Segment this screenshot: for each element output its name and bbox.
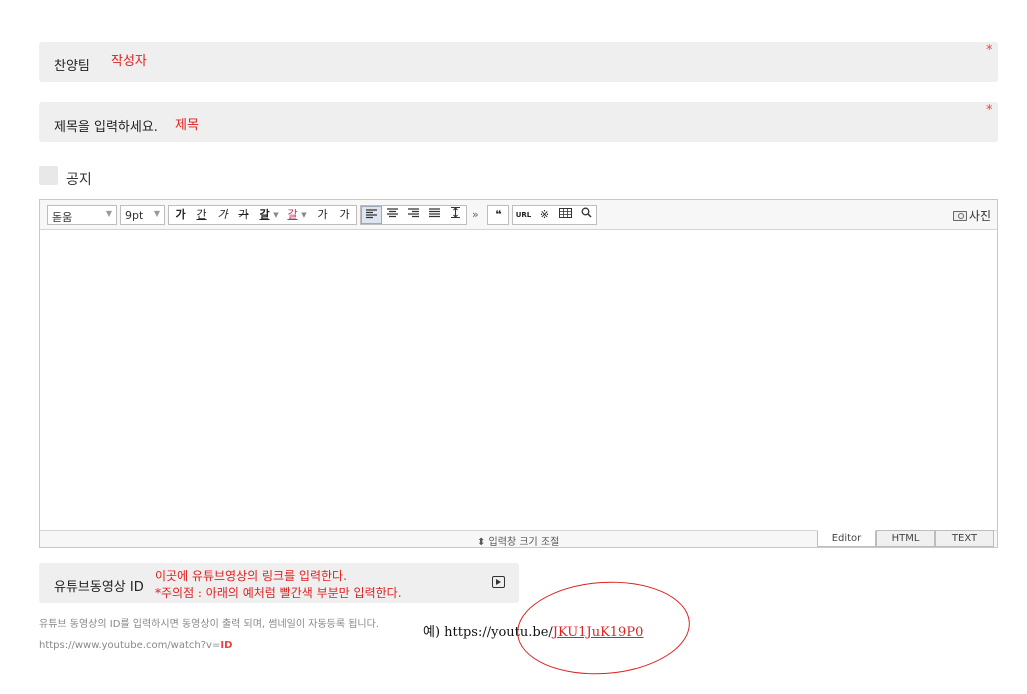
editor-toolbar: 돋움 ▼ 9pt ▼ 가 간 가 가 갈 ▼ 갈 ▼ 가 가 » ❝ URL ※… xyxy=(40,200,997,230)
youtube-id-label: 유튜브동영상 ID xyxy=(54,580,144,595)
align-left-icon[interactable] xyxy=(361,206,382,224)
quote-button[interactable]: ❝ xyxy=(488,206,509,224)
title-annotation: 제목 xyxy=(175,118,199,133)
align-center-icon[interactable] xyxy=(382,206,403,224)
annotation-circle xyxy=(514,576,693,680)
italic-button[interactable]: 가 xyxy=(212,206,233,224)
line-height-icon[interactable] xyxy=(445,206,466,224)
youtube-note-line2: *주의점 : 아래의 예처럼 빨간색 부분만 입력한다. xyxy=(155,586,402,600)
photo-button[interactable]: 사진 xyxy=(952,207,991,224)
more-tools-chevron[interactable]: » xyxy=(472,208,479,221)
editor-resize-bar[interactable]: ⬍ 입력창 크기 조절 Editor HTML TEXT xyxy=(40,530,997,548)
underline-button[interactable]: 간 xyxy=(191,206,212,224)
superscript-button[interactable]: 가 xyxy=(312,206,333,224)
special-char-button[interactable]: ※ xyxy=(534,206,555,224)
chevron-down-icon: ▼ xyxy=(153,209,160,218)
camera-icon xyxy=(952,211,967,221)
youtube-help-text: 유튜브 동영상의 ID를 입력하시면 동영상이 출력 되며, 썸네일이 자동등록… xyxy=(39,619,380,630)
tab-editor[interactable]: Editor xyxy=(817,530,876,547)
bold-button[interactable]: 가 xyxy=(170,206,191,224)
insert-group: URL ※ xyxy=(512,205,597,225)
author-value: 찬양팀 xyxy=(54,59,90,74)
title-placeholder: 제목을 입력하세요. xyxy=(54,120,158,135)
quote-group: ❝ xyxy=(487,205,509,225)
youtube-id-input[interactable]: 유튜브동영상 ID 이곳에 유튜브영상의 링크를 입력한다. *주의점 : 아래… xyxy=(39,563,519,603)
chevron-down-icon[interactable]: ▼ xyxy=(300,206,308,224)
font-family-select[interactable]: 돋움 ▼ xyxy=(47,205,117,225)
title-input[interactable]: 제목을 입력하세요. 제목 xyxy=(39,102,998,142)
resize-label: ⬍ 입력창 크기 조절 xyxy=(477,537,560,548)
notice-label: 공지 xyxy=(66,172,92,188)
tab-html[interactable]: HTML xyxy=(876,530,935,547)
editor-content-area[interactable] xyxy=(40,230,997,530)
font-size-select[interactable]: 9pt ▼ xyxy=(120,205,165,225)
author-required-mark: * xyxy=(986,43,993,58)
text-format-group: 가 간 가 가 갈 ▼ 갈 ▼ 가 가 xyxy=(168,205,357,225)
youtube-note-line1: 이곳에 유튜브영상의 링크를 입력한다. xyxy=(155,569,347,583)
notice-checkbox[interactable] xyxy=(39,166,58,185)
tab-text[interactable]: TEXT xyxy=(935,530,994,547)
photo-label: 사진 xyxy=(968,209,991,223)
youtube-url-id: ID xyxy=(220,640,233,651)
youtube-url-prefix: https://www.youtube.com/watch?v= xyxy=(39,640,221,651)
chevron-down-icon[interactable]: ▼ xyxy=(272,206,280,224)
font-family-value: 돋움 xyxy=(52,211,73,224)
author-field[interactable]: 찬양팀 작성자 xyxy=(39,42,998,82)
rich-text-editor: 돋움 ▼ 9pt ▼ 가 간 가 가 갈 ▼ 갈 ▼ 가 가 » ❝ URL ※… xyxy=(39,199,998,548)
author-annotation: 작성자 xyxy=(111,54,147,69)
search-icon[interactable] xyxy=(576,206,597,224)
play-icon[interactable] xyxy=(492,576,505,588)
font-size-value: 9pt xyxy=(125,209,144,222)
subscript-button[interactable]: 가 xyxy=(334,206,355,224)
align-justify-icon[interactable] xyxy=(424,206,445,224)
youtube-url-format: https://www.youtube.com/watch?v=ID xyxy=(39,640,232,651)
strikethrough-button[interactable]: 가 xyxy=(233,206,254,224)
alignment-group xyxy=(360,205,467,225)
link-button[interactable]: URL xyxy=(513,206,534,224)
title-required-mark: * xyxy=(986,103,993,118)
chevron-down-icon: ▼ xyxy=(105,209,112,218)
table-icon[interactable] xyxy=(555,206,576,224)
align-right-icon[interactable] xyxy=(403,206,424,224)
